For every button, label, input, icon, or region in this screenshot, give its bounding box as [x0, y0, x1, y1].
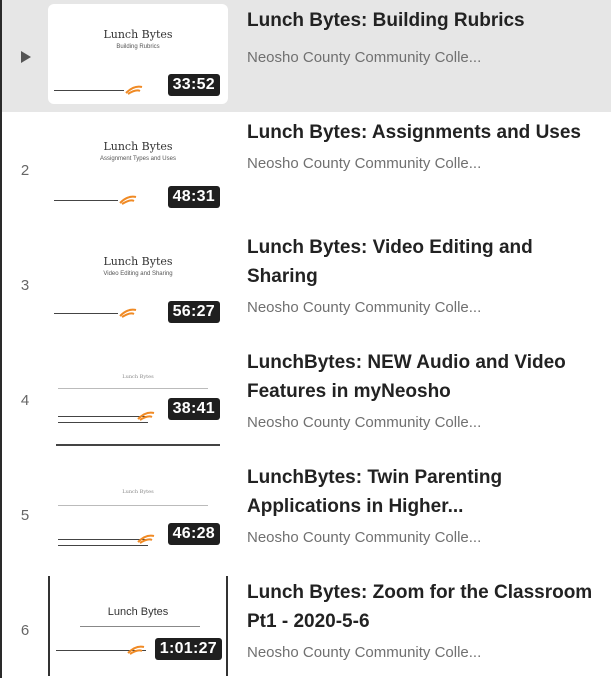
- video-thumbnail[interactable]: Lunch Bytes Building Rubrics 33:52: [48, 4, 228, 104]
- thumbnail-rule: [58, 505, 208, 506]
- item-index: 3: [20, 277, 30, 294]
- video-title[interactable]: Lunch Bytes: Zoom for the Classroom Pt1 …: [247, 578, 603, 636]
- video-thumbnail[interactable]: Lunch Bytes Video Editing and Sharing 56…: [48, 231, 228, 331]
- thumbnail-divider: [54, 313, 118, 314]
- video-title[interactable]: Lunch Bytes: Video Editing and Sharing: [247, 233, 603, 291]
- video-title[interactable]: Lunch Bytes: Assignments and Uses: [247, 118, 603, 147]
- item-index: 5: [20, 507, 30, 524]
- thumbnail-divider: [58, 539, 148, 540]
- swoosh-logo-icon: [125, 85, 143, 95]
- swoosh-logo-icon: [119, 308, 137, 318]
- thumbnail-divider: [58, 422, 148, 423]
- channel-name[interactable]: Neosho County Community Colle...: [247, 49, 603, 66]
- thumbnail-title: Lunch Bytes: [103, 255, 173, 268]
- video-thumbnail[interactable]: Lunch Bytes Assignment Types and Uses 48…: [48, 116, 228, 216]
- playlist-item-6[interactable]: 6 Lunch Bytes 1:01:27 Lunch Bytes: Zoom …: [2, 572, 611, 678]
- channel-name[interactable]: Neosho County Community Colle...: [247, 414, 603, 431]
- thumbnail-title: Lunch Bytes: [122, 489, 154, 495]
- swoosh-logo-icon: [137, 411, 155, 421]
- thumbnail-subtitle: Building Rubrics: [116, 44, 160, 50]
- video-title[interactable]: Lunch Bytes: Building Rubrics: [247, 6, 603, 35]
- duration-badge: 1:01:27: [154, 638, 222, 660]
- channel-name[interactable]: Neosho County Community Colle...: [247, 644, 603, 661]
- thumbnail-rule: [80, 626, 200, 627]
- swoosh-logo-icon: [127, 645, 145, 655]
- thumbnail-rule: [58, 388, 208, 389]
- thumbnail-title: Lunch Bytes: [107, 606, 169, 618]
- duration-badge: 48:31: [167, 186, 220, 208]
- duration-badge: 56:27: [167, 301, 220, 323]
- video-thumbnail[interactable]: Lunch Bytes 1:01:27: [48, 576, 228, 676]
- thumbnail-title: Lunch Bytes: [122, 374, 154, 380]
- swoosh-logo-icon: [137, 534, 155, 544]
- video-title[interactable]: LunchBytes: NEW Audio and Video Features…: [247, 348, 603, 406]
- channel-name[interactable]: Neosho County Community Colle...: [247, 299, 603, 316]
- playlist-item-1[interactable]: Lunch Bytes Building Rubrics 33:52 Lunch…: [2, 0, 611, 112]
- thumbnail-title: Lunch Bytes: [103, 140, 173, 153]
- thumbnail-divider: [54, 200, 118, 201]
- thumbnail-subtitle: Video Editing and Sharing: [103, 271, 173, 277]
- duration-badge: 38:41: [167, 398, 220, 420]
- thumbnail-divider: [58, 545, 148, 546]
- item-index: 4: [20, 392, 30, 409]
- video-title[interactable]: LunchBytes: Twin Parenting Applications …: [247, 463, 603, 521]
- duration-badge: 46:28: [167, 523, 220, 545]
- playlist-panel: Lunch Bytes Building Rubrics 33:52 Lunch…: [0, 0, 611, 678]
- thumbnail-title: Lunch Bytes: [103, 28, 173, 41]
- item-index: 6: [20, 622, 30, 639]
- playlist-item-2[interactable]: 2 Lunch Bytes Assignment Types and Uses …: [2, 112, 611, 227]
- video-thumbnail[interactable]: Lunch Bytes 46:28: [48, 461, 228, 561]
- playlist-item-5[interactable]: 5 Lunch Bytes 46:28 LunchBytes: Twin Par…: [2, 457, 611, 572]
- thumbnail-divider: [54, 90, 124, 91]
- channel-name[interactable]: Neosho County Community Colle...: [247, 155, 603, 172]
- thumbnail-subtitle: Assignment Types and Uses: [100, 156, 176, 162]
- swoosh-logo-icon: [119, 195, 137, 205]
- playlist-item-3[interactable]: 3 Lunch Bytes Video Editing and Sharing …: [2, 227, 611, 342]
- item-index: 2: [20, 162, 30, 179]
- playlist-item-4[interactable]: 4 Lunch Bytes 38:41 LunchBytes: NEW Audi…: [2, 342, 611, 457]
- thumbnail-divider: [58, 416, 148, 417]
- video-thumbnail[interactable]: Lunch Bytes 38:41: [48, 346, 228, 446]
- thumbnail-bottom-rule: [56, 444, 220, 446]
- now-playing-indicator: [2, 0, 48, 112]
- channel-name[interactable]: Neosho County Community Colle...: [247, 529, 603, 546]
- duration-badge: 33:52: [167, 74, 220, 96]
- play-triangle-icon: [21, 51, 31, 63]
